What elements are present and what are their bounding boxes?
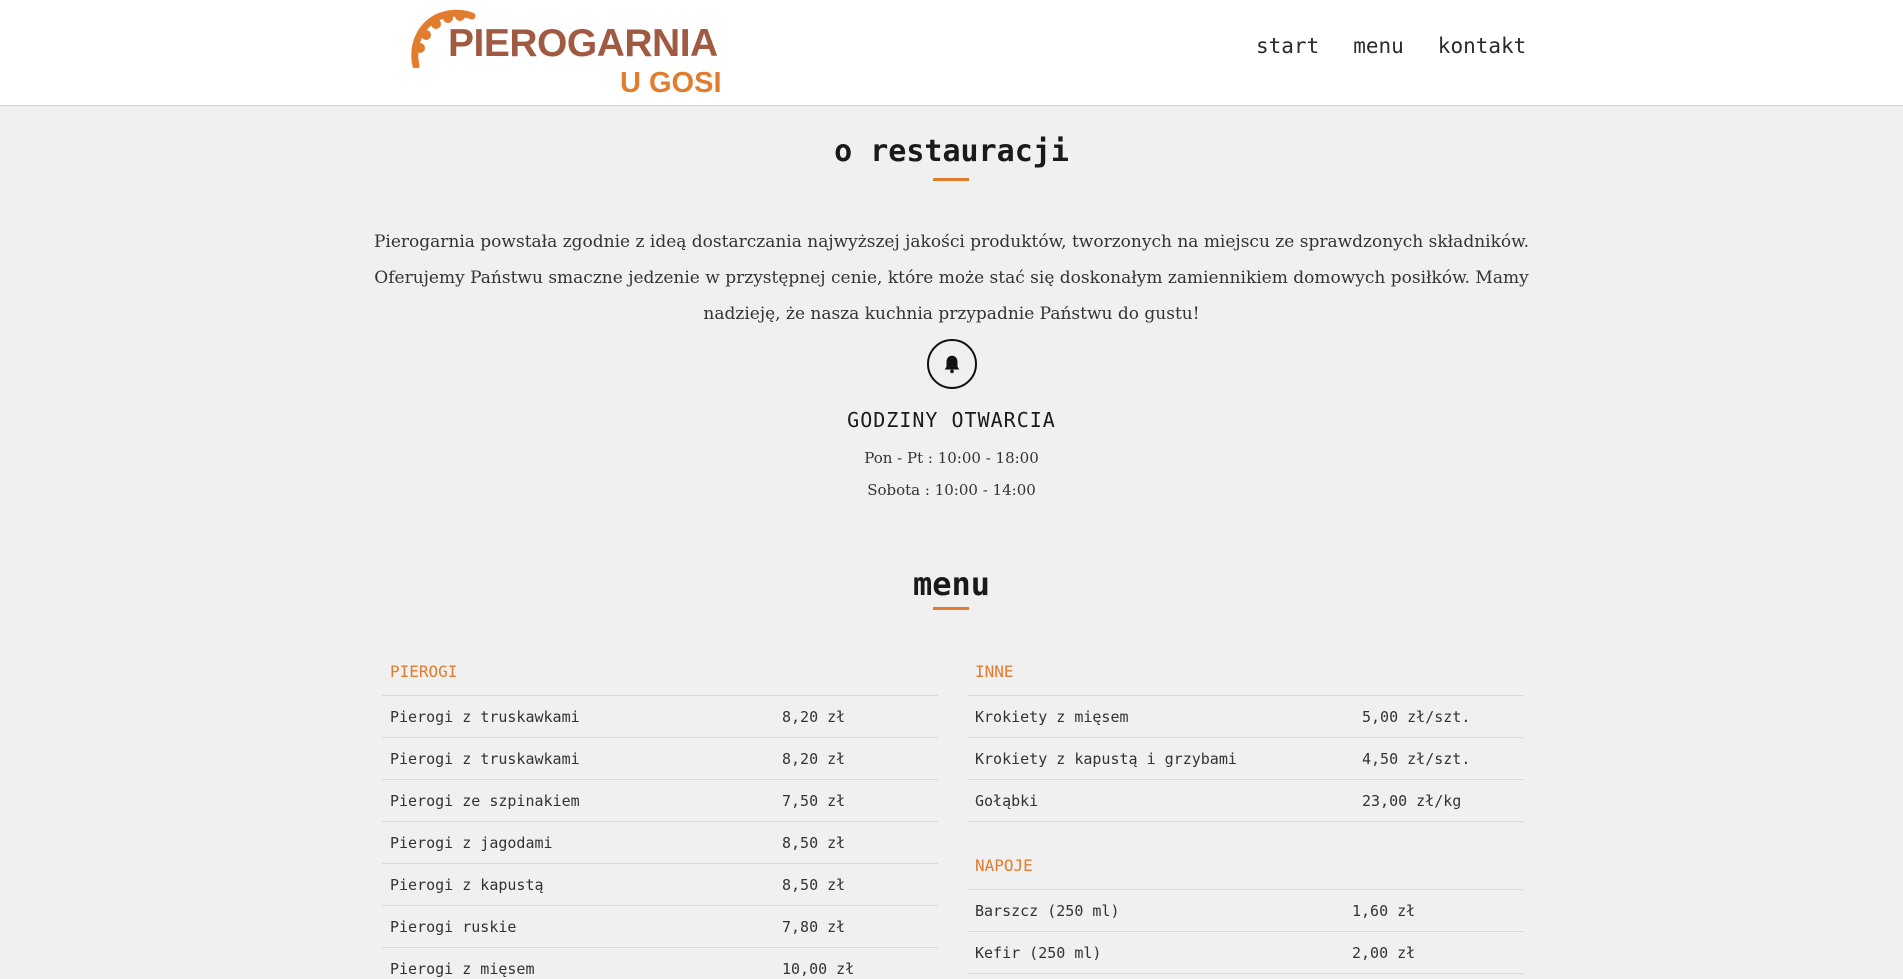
menu-item-price: 4,50 zł/szt. (1362, 750, 1471, 768)
about-title-underline (933, 178, 969, 181)
logo[interactable]: PIEROGARNIA U GOSI (410, 6, 722, 99)
about-title: o restauracji (834, 134, 1069, 169)
main-nav: start menu kontakt (1256, 34, 1526, 58)
menu-item-price: 2,00 zł (1352, 944, 1416, 962)
menu-item-price: 8,20 zł (782, 708, 846, 726)
nav-link-menu[interactable]: menu (1353, 34, 1404, 58)
menu-column-other: INNE Krokiety z mięsem 5,00 zł/szt. Krok… (967, 660, 1523, 974)
menu-item-name: Pierogi ruskie (390, 918, 517, 936)
menu-item-name: Krokiety z mięsem (975, 708, 1129, 726)
logo-title: PIEROGARNIA (448, 22, 718, 65)
hours-weekdays: Pon - Pt : 10:00 - 18:00 (864, 449, 1039, 467)
nav-link-start[interactable]: start (1256, 34, 1319, 58)
menu-item: Pierogi ruskie 7,80 zł (382, 906, 938, 948)
menu-item-price: 8,50 zł (782, 834, 846, 852)
nav-link-kontakt[interactable]: kontakt (1438, 34, 1527, 58)
about-text: Pierogarnia powstała zgodnie z ideą dost… (373, 232, 1530, 324)
menu-item-name: Pierogi ze szpinakiem (390, 792, 580, 810)
menu-item-name: Pierogi z truskawkami (390, 750, 580, 768)
menu-item-price: 8,20 zł (782, 750, 846, 768)
menu-item: Krokiety z mięsem 5,00 zł/szt. (967, 696, 1523, 738)
category-title-pierogi: PIEROGI (382, 660, 938, 696)
menu-item-name: Barszcz (250 ml) (975, 902, 1120, 920)
menu-item: Pierogi z mięsem 10,00 zł (382, 948, 938, 979)
site-header: PIEROGARNIA U GOSI start menu kontakt (0, 0, 1903, 106)
menu-item-name: Pierogi z truskawkami (390, 708, 580, 726)
menu-item-name: Krokiety z kapustą i grzybami (975, 750, 1237, 768)
menu-item: Pierogi z truskawkami 8,20 zł (382, 738, 938, 780)
menu-title-underline (933, 607, 969, 610)
menu-item-price: 23,00 zł/kg (1362, 792, 1462, 810)
menu-item-name: Kefir (250 ml) (975, 944, 1102, 962)
category-spacer (967, 822, 1523, 854)
menu-item-price: 1,60 zł (1352, 902, 1416, 920)
hours-saturday: Sobota : 10:00 - 14:00 (867, 481, 1036, 499)
menu-item: Barszcz (250 ml) 1,60 zł (967, 890, 1523, 932)
menu-item-price: 7,80 zł (782, 918, 846, 936)
menu-item-name: Pierogi z mięsem (390, 960, 535, 978)
menu-item: Pierogi z kapustą 8,50 zł (382, 864, 938, 906)
menu-item-name: Gołąbki (975, 792, 1039, 810)
menu-item-price: 5,00 zł/szt. (1362, 708, 1471, 726)
opening-hours-title: GODZINY OTWARCIA (847, 408, 1056, 432)
menu-column-pierogi: PIEROGI Pierogi z truskawkami 8,20 zł Pi… (382, 660, 938, 979)
menu-item-price: 10,00 zł (782, 960, 855, 978)
category-napoje: NAPOJE Barszcz (250 ml) 1,60 zł Kefir (2… (967, 854, 1523, 974)
menu-item: Pierogi z jagodami 8,50 zł (382, 822, 938, 864)
category-title-inne: INNE (967, 660, 1523, 696)
menu-item-price: 8,50 zł (782, 876, 846, 894)
menu-item-price: 7,50 zł (782, 792, 846, 810)
menu-item: Pierogi ze szpinakiem 7,50 zł (382, 780, 938, 822)
menu-item: Krokiety z kapustą i grzybami 4,50 zł/sz… (967, 738, 1523, 780)
menu-title: menu (912, 565, 991, 603)
menu-item: Pierogi z truskawkami 8,20 zł (382, 696, 938, 738)
bell-icon (944, 355, 960, 374)
menu-item: Gołąbki 23,00 zł/kg (967, 780, 1523, 822)
hours-bell-badge (927, 339, 977, 389)
menu-item: Kefir (250 ml) 2,00 zł (967, 932, 1523, 974)
category-title-napoje: NAPOJE (967, 854, 1523, 890)
logo-subtitle: U GOSI (620, 67, 722, 99)
menu-item-name: Pierogi z jagodami (390, 834, 553, 852)
menu-item-name: Pierogi z kapustą (390, 876, 544, 894)
